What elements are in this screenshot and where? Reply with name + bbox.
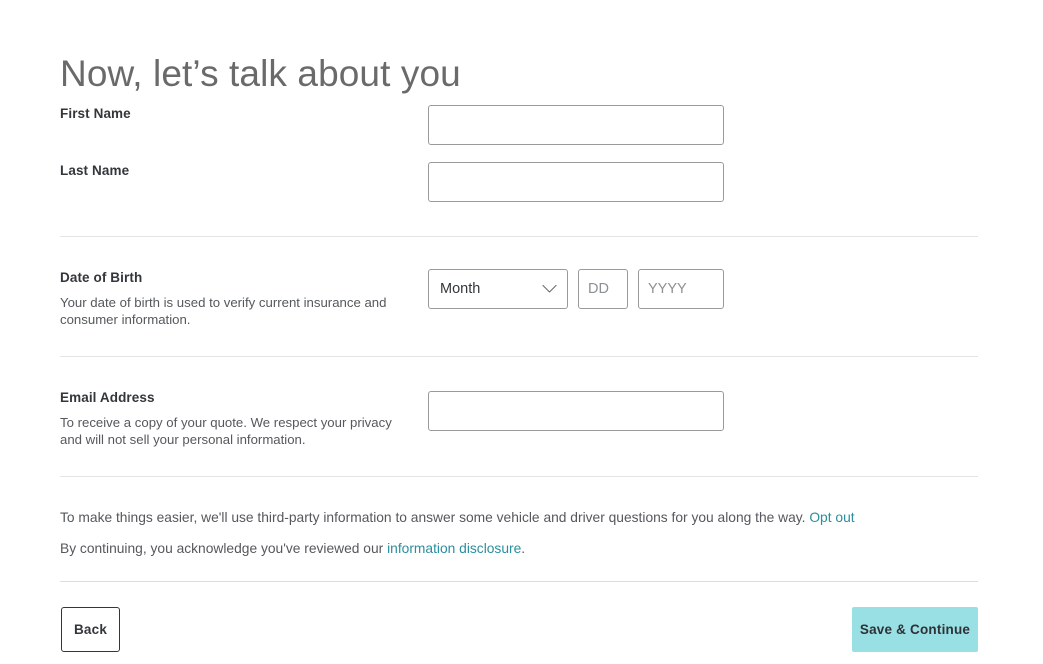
third-party-disclosure: To make things easier, we'll use third-p… xyxy=(60,508,855,527)
dob-month-select[interactable]: Month xyxy=(428,269,568,309)
dob-label: Date of Birth xyxy=(60,270,143,285)
email-input[interactable] xyxy=(428,391,724,431)
first-name-input-col xyxy=(428,105,724,145)
last-name-label: Last Name xyxy=(60,163,130,178)
save-and-continue-button[interactable]: Save & Continue xyxy=(852,607,978,652)
information-disclosure-link[interactable]: information disclosure xyxy=(387,541,521,556)
opt-out-link[interactable]: Opt out xyxy=(809,510,854,525)
dob-month-select-wrap: Month xyxy=(428,269,568,309)
divider-after-dob xyxy=(60,356,978,357)
email-help-text: To receive a copy of your quote. We resp… xyxy=(60,414,392,447)
dob-day-input[interactable] xyxy=(578,269,628,309)
dob-input-col: Month xyxy=(428,269,724,309)
disclosure-period: . xyxy=(521,541,526,556)
continuing-text: By continuing, you acknowledge you've re… xyxy=(60,541,384,556)
divider-after-email xyxy=(60,476,978,477)
back-button[interactable]: Back xyxy=(61,607,120,652)
first-name-input[interactable] xyxy=(428,105,724,145)
divider-after-names xyxy=(60,236,978,237)
last-name-input[interactable] xyxy=(428,162,724,202)
dob-label-col: Date of Birth Your date of birth is used… xyxy=(60,269,420,328)
third-party-text: To make things easier, we'll use third-p… xyxy=(60,510,806,525)
dob-help-text: Your date of birth is used to verify cur… xyxy=(60,294,387,327)
first-name-label-col: First Name xyxy=(60,105,420,123)
email-label: Email Address xyxy=(60,390,155,405)
divider-above-footer xyxy=(60,581,978,582)
first-name-label: First Name xyxy=(60,106,131,121)
continuing-disclosure: By continuing, you acknowledge you've re… xyxy=(60,539,525,558)
email-label-col: Email Address To receive a copy of your … xyxy=(60,389,420,448)
email-input-col xyxy=(428,391,724,431)
last-name-label-col: Last Name xyxy=(60,162,420,180)
last-name-input-col xyxy=(428,162,724,202)
page-title: Now, let’s talk about you xyxy=(60,52,461,94)
form-page: Now, let’s talk about you First Name Las… xyxy=(0,0,1043,664)
dob-input-group: Month xyxy=(428,269,724,309)
dob-year-input[interactable] xyxy=(638,269,724,309)
